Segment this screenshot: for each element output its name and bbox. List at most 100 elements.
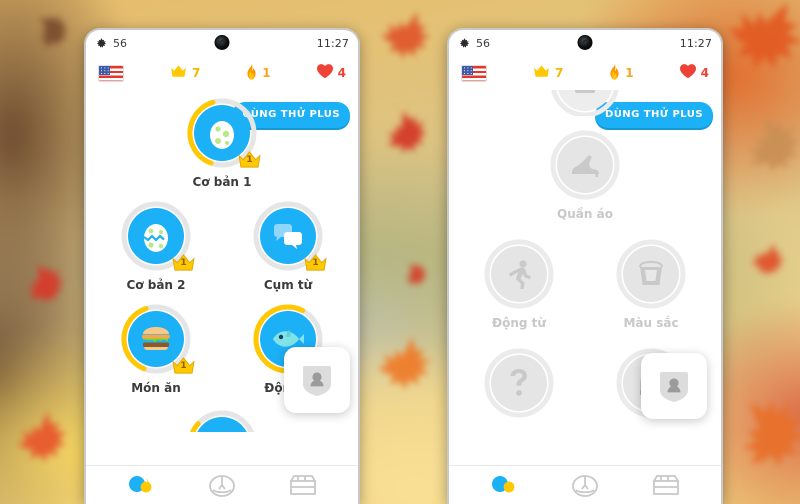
- hearts-value: 4: [700, 66, 709, 80]
- skill-ring: [548, 128, 622, 202]
- screenshot-stage: 56 11:27 7 1 4 DÙNG THỬ PLUS 1 Cơ bản 1 …: [0, 0, 800, 504]
- skill-mon-an[interactable]: 1 Món ăn: [112, 302, 200, 395]
- skill-co-ban-2[interactable]: 1 Cơ bản 2: [112, 199, 200, 292]
- skill-mau-sac[interactable]: Màu sắc: [607, 237, 695, 330]
- phone-left: 56 11:27 7 1 4 DÙNG THỬ PLUS 1 Cơ bản 1 …: [84, 28, 360, 504]
- nav-shop[interactable]: [643, 470, 689, 500]
- skill-quan-ao[interactable]: Quần áo: [541, 128, 629, 221]
- hearts-value: 4: [337, 66, 346, 80]
- owl-profile-icon: [209, 475, 235, 497]
- skill-unknown[interactable]: [475, 346, 563, 425]
- skill-icon-bubble: [491, 355, 547, 411]
- skill-dong-tu[interactable]: Động từ: [475, 237, 563, 330]
- streak-value: 1: [625, 66, 634, 80]
- front-camera-dot: [214, 35, 230, 50]
- crown-badge: 1: [237, 150, 262, 169]
- crown-icon: [169, 64, 188, 83]
- maple-leaf-icon: [375, 105, 437, 167]
- nav-learn[interactable]: [118, 470, 164, 500]
- skill-row: Quần áo: [449, 128, 721, 221]
- bottom-navigation: [449, 465, 721, 504]
- crown-icon: [532, 64, 551, 83]
- crown-level: 1: [180, 361, 187, 371]
- crown-value: 7: [554, 66, 564, 80]
- skill-partial-top[interactable]: [541, 90, 629, 116]
- front-camera-dot: [577, 35, 593, 50]
- language-flag-button[interactable]: [461, 64, 487, 82]
- skill-label: Quần áo: [557, 207, 613, 221]
- shop-icon: [652, 475, 680, 495]
- locked-skill-popup[interactable]: [641, 353, 707, 419]
- notification-count: 56: [113, 36, 127, 50]
- language-flag-button[interactable]: [98, 64, 124, 82]
- skill-row: 1 Cơ bản 2 1 Cụm từ: [86, 199, 358, 292]
- notification-count: 56: [476, 36, 490, 50]
- question-mark-icon: [510, 369, 527, 396]
- skill-label: Cụm từ: [263, 278, 313, 292]
- crown-value: 7: [191, 66, 201, 80]
- locked-skill-popup[interactable]: [284, 347, 350, 413]
- skill-co-ban-1[interactable]: 1 Cơ bản 1: [178, 96, 266, 189]
- app-top-bar: 7 1 4: [449, 56, 721, 90]
- nav-learn[interactable]: [481, 470, 527, 500]
- streak-counter[interactable]: 1: [608, 62, 634, 84]
- skill-label: Động từ: [492, 316, 546, 330]
- skill-ring: 1: [185, 96, 262, 170]
- status-time: 11:27: [679, 36, 712, 50]
- nav-shop[interactable]: [280, 470, 326, 500]
- hearts-counter[interactable]: 4: [316, 63, 346, 83]
- skill-ring: [614, 237, 688, 311]
- skill-label: Cơ bản 2: [126, 278, 186, 292]
- progress-ring-icon: [187, 410, 257, 432]
- leaf-notification-icon: [95, 37, 108, 50]
- status-bar: 56 11:27: [449, 30, 721, 56]
- skill-ring: 1: [251, 199, 327, 273]
- skill-row: Động từ Màu sắc: [449, 237, 721, 330]
- crown-level: 1: [180, 258, 187, 268]
- skill-ring: [548, 90, 622, 116]
- skill-label: Màu sắc: [623, 316, 679, 330]
- skill-ring: 1: [119, 302, 196, 376]
- learn-circles-icon: [491, 476, 515, 493]
- maple-leaf-icon: [2, 402, 80, 480]
- learn-circles-icon: [128, 476, 152, 493]
- streak-counter[interactable]: 1: [245, 62, 271, 84]
- streak-value: 1: [262, 66, 271, 80]
- heart-icon: [679, 63, 697, 83]
- leaf-notification-icon: [458, 37, 471, 50]
- hamburger-icon: [142, 327, 170, 350]
- locked-badge-icon: [660, 372, 688, 402]
- paint-bucket-icon: [639, 260, 663, 285]
- heart-icon: [316, 63, 334, 83]
- nav-profile[interactable]: [199, 470, 245, 500]
- skill-tree-scroll[interactable]: DÙNG THỬ PLUS: [449, 90, 721, 471]
- cracked-egg-icon: [143, 224, 168, 252]
- skill-label: Món ăn: [131, 381, 181, 395]
- crown-counter[interactable]: 7: [532, 64, 563, 83]
- crown-badge: 1: [171, 356, 196, 375]
- status-bar: 56 11:27: [86, 30, 358, 56]
- skill-ring: [482, 346, 556, 420]
- hearts-counter[interactable]: 4: [679, 63, 709, 83]
- crown-level: 1: [312, 258, 319, 268]
- speech-bubbles-icon: [274, 224, 302, 249]
- flame-icon: [245, 62, 258, 84]
- running-person-icon: [508, 260, 531, 289]
- crown-level: 1: [246, 155, 253, 165]
- skill-cum-tu[interactable]: 1 Cụm từ: [244, 199, 332, 292]
- shop-icon: [289, 475, 317, 495]
- skill-icon-bubble: [623, 246, 679, 302]
- app-top-bar: 7 1 4: [86, 56, 358, 90]
- skill-ring: 1: [119, 199, 196, 273]
- skill-tree-scroll[interactable]: DÙNG THỬ PLUS: [86, 90, 358, 471]
- skill-icon-bubble: [557, 137, 613, 193]
- high-heel-shoe-icon: [572, 155, 599, 177]
- skill-ring: [482, 237, 556, 311]
- skill-label: Cơ bản 1: [192, 175, 252, 189]
- egg-icon: [210, 121, 234, 149]
- crown-badge: 1: [171, 253, 196, 272]
- skill-icon-bubble: [491, 246, 547, 302]
- crown-counter[interactable]: 7: [169, 64, 200, 83]
- phone-right: 56 11:27 7 1 4 DÙNG THỬ PLUS Quần áo Độn…: [447, 28, 723, 504]
- nav-profile[interactable]: [562, 470, 608, 500]
